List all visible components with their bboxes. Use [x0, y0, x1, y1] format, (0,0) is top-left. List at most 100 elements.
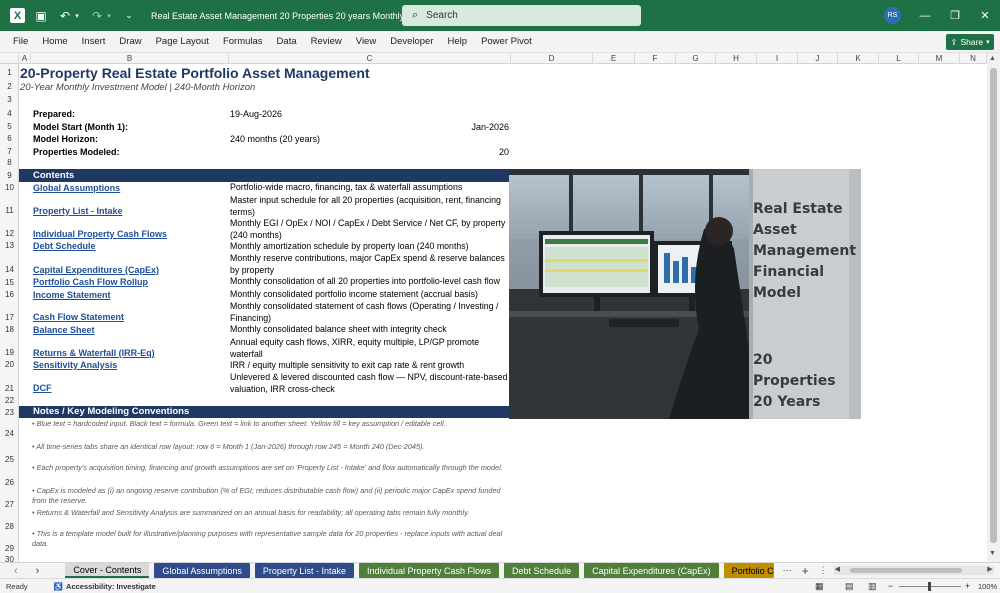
column-header[interactable]: I [757, 53, 798, 64]
column-header[interactable]: N [960, 53, 987, 64]
row-header[interactable]: 23 [0, 407, 19, 419]
menu-power-pivot[interactable]: Power Pivot [474, 36, 539, 47]
row-header[interactable]: 12 [0, 218, 19, 240]
column-header[interactable]: C [229, 53, 511, 64]
contents-link-income-statement[interactable]: Income Statement [33, 290, 111, 300]
contents-link-property-cash-flows[interactable]: Individual Property Cash Flows [33, 229, 167, 239]
tab-capex[interactable]: Capital Expenditures (CapEx) [584, 563, 719, 578]
cover-image[interactable]: Real Estate Asset Management Financial M… [509, 169, 861, 419]
contents-link-portfolio-rollup[interactable]: Portfolio Cash Flow Rollup [33, 277, 148, 287]
row-header[interactable]: 4 [0, 107, 19, 120]
zoom-in-icon[interactable]: + [965, 581, 970, 591]
row-header[interactable]: 27 [0, 489, 19, 511]
hscroll-left-icon[interactable]: ◀ [835, 565, 840, 573]
row-header[interactable]: 13 [0, 240, 19, 252]
row-header[interactable]: 29 [0, 533, 19, 555]
menu-developer[interactable]: Developer [383, 36, 440, 47]
restore-icon[interactable]: ❐ [940, 0, 970, 31]
tab-property-cash-flows[interactable]: Individual Property Cash Flows [358, 563, 500, 578]
column-header[interactable]: L [879, 53, 919, 64]
menu-review[interactable]: Review [304, 36, 349, 47]
customize-toolbar-icon[interactable]: ⌄ [121, 8, 137, 24]
tab-split-icon[interactable]: ⋮ [819, 565, 828, 576]
undo-dropdown-icon[interactable]: ▾ [73, 8, 81, 24]
contents-link-dcf[interactable]: DCF [33, 383, 52, 393]
row-header[interactable]: 10 [0, 182, 19, 194]
menu-help[interactable]: Help [441, 36, 475, 47]
row-header[interactable]: 24 [0, 419, 19, 443]
close-icon[interactable]: ✕ [970, 0, 1000, 31]
column-header[interactable]: H [716, 53, 757, 64]
undo-icon[interactable]: ↶ [57, 8, 73, 24]
more-tabs-icon[interactable]: ⋯ [783, 565, 792, 576]
scroll-down-icon[interactable]: ▼ [989, 550, 996, 557]
row-header[interactable]: 28 [0, 511, 19, 533]
column-header[interactable]: E [593, 53, 635, 64]
normal-view-icon[interactable]: ▦ [815, 581, 824, 592]
row-header[interactable]: 11 [0, 194, 19, 218]
add-sheet-icon[interactable]: + [802, 564, 809, 578]
column-header[interactable]: F [635, 53, 676, 64]
contents-link-debt-schedule[interactable]: Debt Schedule [33, 241, 96, 251]
row-header[interactable]: 22 [0, 395, 19, 407]
menu-data[interactable]: Data [270, 36, 304, 47]
search-box[interactable]: ⌕ Search [402, 5, 641, 26]
menu-formulas[interactable]: Formulas [216, 36, 270, 47]
row-header[interactable]: 25 [0, 443, 19, 466]
menu-view[interactable]: View [349, 36, 383, 47]
column-header[interactable]: A [19, 53, 31, 64]
row-header[interactable]: 6 [0, 132, 19, 145]
tab-cover-contents[interactable]: Cover - Contents [65, 563, 150, 578]
contents-link-returns-waterfall[interactable]: Returns & Waterfall (IRR-Eq) [33, 348, 155, 358]
row-header[interactable]: 30 [0, 555, 19, 564]
tab-portfolio-cash-flow[interactable]: Portfolio C [723, 563, 774, 578]
tab-scroll-left-icon[interactable]: ‹ [14, 565, 18, 577]
tab-property-list[interactable]: Property List - Intake [254, 563, 354, 578]
menu-home[interactable]: Home [35, 36, 74, 47]
row-header[interactable]: 2 [0, 80, 19, 93]
redo-icon[interactable]: ↷ [89, 8, 105, 24]
column-header[interactable]: D [511, 53, 593, 64]
row-header[interactable]: 14 [0, 252, 19, 276]
contents-link-capex[interactable]: Capital Expenditures (CapEx) [33, 265, 159, 275]
horizontal-scroll-thumb[interactable] [849, 568, 962, 573]
contents-link-balance-sheet[interactable]: Balance Sheet [33, 325, 95, 335]
menu-insert[interactable]: Insert [75, 36, 113, 47]
tab-global-assumptions[interactable]: Global Assumptions [154, 563, 250, 578]
row-header[interactable]: 18 [0, 324, 19, 336]
zoom-out-icon[interactable]: − [888, 581, 893, 591]
row-header[interactable]: 15 [0, 276, 19, 289]
page-break-view-icon[interactable]: ▥ [868, 581, 877, 592]
row-header[interactable]: 3 [0, 93, 19, 106]
column-header[interactable]: G [676, 53, 716, 64]
autosave-icon[interactable]: ▣ [33, 8, 49, 24]
zoom-slider-thumb[interactable] [928, 582, 931, 591]
info-value[interactable]: Jan-2026 [230, 122, 509, 132]
contents-link-cash-flow-statement[interactable]: Cash Flow Statement [33, 312, 124, 322]
vertical-scrollbar[interactable]: ▲ ▼ [987, 53, 1000, 562]
avatar[interactable]: RS [884, 7, 901, 24]
row-header[interactable]: 19 [0, 336, 19, 359]
minimize-icon[interactable]: — [910, 0, 940, 31]
horizontal-scrollbar[interactable]: ◀ ▶ [833, 565, 994, 575]
menu-file[interactable]: File [0, 36, 35, 47]
row-header[interactable]: 26 [0, 466, 19, 489]
contents-link-property-list[interactable]: Property List - Intake [33, 206, 123, 216]
row-header[interactable]: 16 [0, 289, 19, 301]
row-header[interactable]: 17 [0, 301, 19, 324]
accessibility-status[interactable]: Accessibility: Investigate [66, 582, 156, 591]
row-header[interactable]: 1 [0, 66, 19, 80]
row-header[interactable]: 9 [0, 169, 19, 182]
row-header[interactable]: 20 [0, 359, 19, 371]
contents-link-global-assumptions[interactable]: Global Assumptions [33, 183, 120, 193]
column-header[interactable]: J [798, 53, 838, 64]
info-value[interactable]: 240 months (20 years) [230, 134, 320, 144]
page-layout-view-icon[interactable]: ▤ [845, 581, 854, 592]
share-button[interactable]: ⇪ Share ▾ [946, 34, 994, 50]
zoom-level[interactable]: 100% [978, 582, 997, 591]
info-value[interactable]: 20 [230, 147, 509, 157]
contents-link-sensitivity[interactable]: Sensitivity Analysis [33, 360, 117, 370]
redo-dropdown-icon[interactable]: ▾ [105, 8, 113, 24]
row-header[interactable]: 8 [0, 157, 19, 169]
info-value[interactable]: 19-Aug-2026 [230, 109, 282, 119]
